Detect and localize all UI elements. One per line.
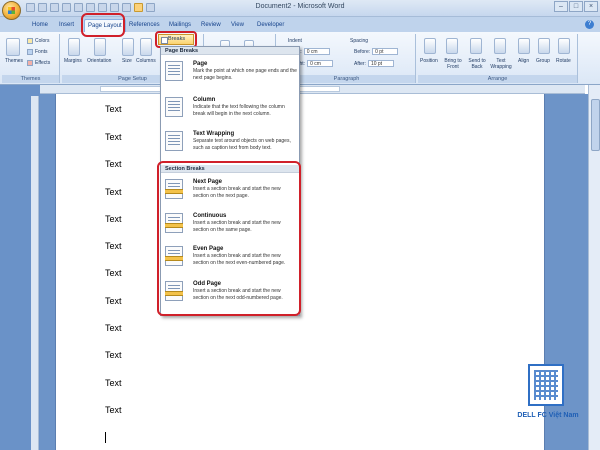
- page-break-icon: [165, 61, 183, 81]
- rotate-icon[interactable]: [558, 38, 570, 54]
- document-line[interactable]: Text: [105, 132, 122, 142]
- indent-label: Indent: [288, 38, 302, 44]
- document-line[interactable]: Text: [105, 104, 122, 114]
- tab-home[interactable]: Home: [29, 19, 51, 32]
- window-controls: – □ ×: [554, 1, 598, 12]
- colors-icon: [27, 38, 33, 44]
- vertical-ruler[interactable]: [31, 96, 39, 450]
- watermark-text: DELL FC Việt Nam: [517, 412, 579, 419]
- tab-review[interactable]: Review: [198, 19, 224, 32]
- menu-item-title: Page: [193, 61, 208, 67]
- page-breaks-header: Page Breaks: [161, 47, 299, 55]
- document-line[interactable]: Text: [105, 350, 122, 360]
- menu-item-description: Mark the point at which one page ends an…: [193, 68, 297, 81]
- tab-developer[interactable]: Developer: [254, 19, 287, 32]
- office-button[interactable]: [2, 1, 21, 20]
- spacing-after-input[interactable]: 10 pt: [367, 60, 394, 67]
- group-button[interactable]: Group: [536, 58, 550, 64]
- arrange-group-label: Arrange: [418, 75, 577, 83]
- orientation-button[interactable]: Orientation: [87, 58, 111, 64]
- send-to-back-button[interactable]: Send to Back: [466, 58, 488, 70]
- horizontal-ruler[interactable]: [40, 85, 585, 94]
- align-button[interactable]: Align: [518, 58, 529, 64]
- text-wrapping-icon[interactable]: [494, 38, 506, 54]
- arrange-group: Position Bring to Front Send to Back Tex…: [418, 34, 578, 83]
- ribbon: Themes Colors Fonts Effects Themes Margi…: [0, 32, 600, 85]
- margins-button[interactable]: Margins: [64, 58, 82, 64]
- colors-button[interactable]: Colors: [27, 38, 49, 44]
- document-line[interactable]: Text: [105, 214, 122, 224]
- menu-item-page[interactable]: Page Mark the point at which one page en…: [161, 59, 299, 93]
- rotate-button[interactable]: Rotate: [556, 58, 571, 64]
- window-title: Document2 - Microsoft Word: [255, 3, 345, 10]
- menu-item-title: Column: [193, 97, 216, 103]
- help-icon[interactable]: ?: [585, 20, 594, 29]
- bring-to-front-icon[interactable]: [446, 38, 458, 54]
- position-icon[interactable]: [424, 38, 436, 54]
- close-button[interactable]: ×: [584, 1, 598, 12]
- tab-view[interactable]: View: [228, 19, 247, 32]
- document-line[interactable]: Text: [105, 405, 122, 415]
- dell-fc-logo: [528, 364, 564, 406]
- themes-group: Themes Colors Fonts Effects Themes: [2, 34, 60, 83]
- align-icon[interactable]: [518, 38, 530, 54]
- themes-group-label: Themes: [2, 75, 59, 83]
- text-wrapping-button[interactable]: Text Wrapping: [488, 58, 514, 70]
- fonts-icon: [27, 49, 33, 55]
- menu-item-description: Indicate that the text following the col…: [193, 104, 285, 117]
- orientation-icon[interactable]: [94, 38, 106, 56]
- spacing-after: After: 10 pt: [354, 60, 394, 67]
- document-line[interactable]: Text: [105, 187, 122, 197]
- document-line[interactable]: Text: [105, 296, 122, 306]
- document-line[interactable]: Text: [105, 159, 122, 169]
- document-line[interactable]: Text: [105, 378, 122, 388]
- size-button[interactable]: Size: [122, 58, 132, 64]
- column-break-icon: [165, 97, 183, 117]
- themes-icon[interactable]: [6, 38, 20, 56]
- margins-icon[interactable]: [68, 38, 80, 56]
- spacing-before: Before: 0 pt: [354, 48, 399, 55]
- size-icon[interactable]: [122, 38, 134, 56]
- section-breaks-highlight: [157, 161, 301, 316]
- document-line[interactable]: Text: [105, 323, 122, 333]
- minimize-button[interactable]: –: [554, 1, 568, 12]
- indent-right-input[interactable]: 0 cm: [307, 60, 334, 67]
- send-to-back-icon[interactable]: [470, 38, 482, 54]
- text-wrapping-break-icon: [165, 131, 183, 151]
- menu-item-description: Separate text around objects on web page…: [193, 138, 291, 151]
- spacing-before-input[interactable]: 0 pt: [372, 48, 399, 55]
- vertical-scrollbar[interactable]: [588, 85, 600, 450]
- themes-button[interactable]: Themes: [5, 58, 23, 64]
- menu-item-column[interactable]: Column Indicate that the text following …: [161, 95, 299, 129]
- bring-to-front-button[interactable]: Bring to Front: [440, 58, 466, 70]
- columns-button[interactable]: Columns: [136, 58, 156, 64]
- columns-icon[interactable]: [140, 38, 152, 56]
- fonts-button[interactable]: Fonts: [27, 49, 48, 55]
- menu-item-title: Text Wrapping: [193, 131, 235, 137]
- maximize-button[interactable]: □: [569, 1, 583, 12]
- tab-insert[interactable]: Insert: [56, 19, 77, 32]
- indent-left-input[interactable]: 0 cm: [303, 48, 330, 55]
- document-line[interactable]: Text: [105, 241, 122, 251]
- menu-item-text-wrapping[interactable]: Text Wrapping Separate text around objec…: [161, 129, 299, 163]
- page-layout-tab-highlight: [81, 13, 125, 37]
- document-line[interactable]: Text: [105, 268, 122, 278]
- tab-references[interactable]: References: [126, 19, 163, 32]
- text-cursor: [105, 432, 106, 443]
- group-icon[interactable]: [538, 38, 550, 54]
- effects-icon: [27, 60, 33, 66]
- effects-button[interactable]: Effects: [27, 60, 50, 66]
- position-button[interactable]: Position: [420, 58, 438, 64]
- spacing-label: Spacing: [350, 38, 369, 44]
